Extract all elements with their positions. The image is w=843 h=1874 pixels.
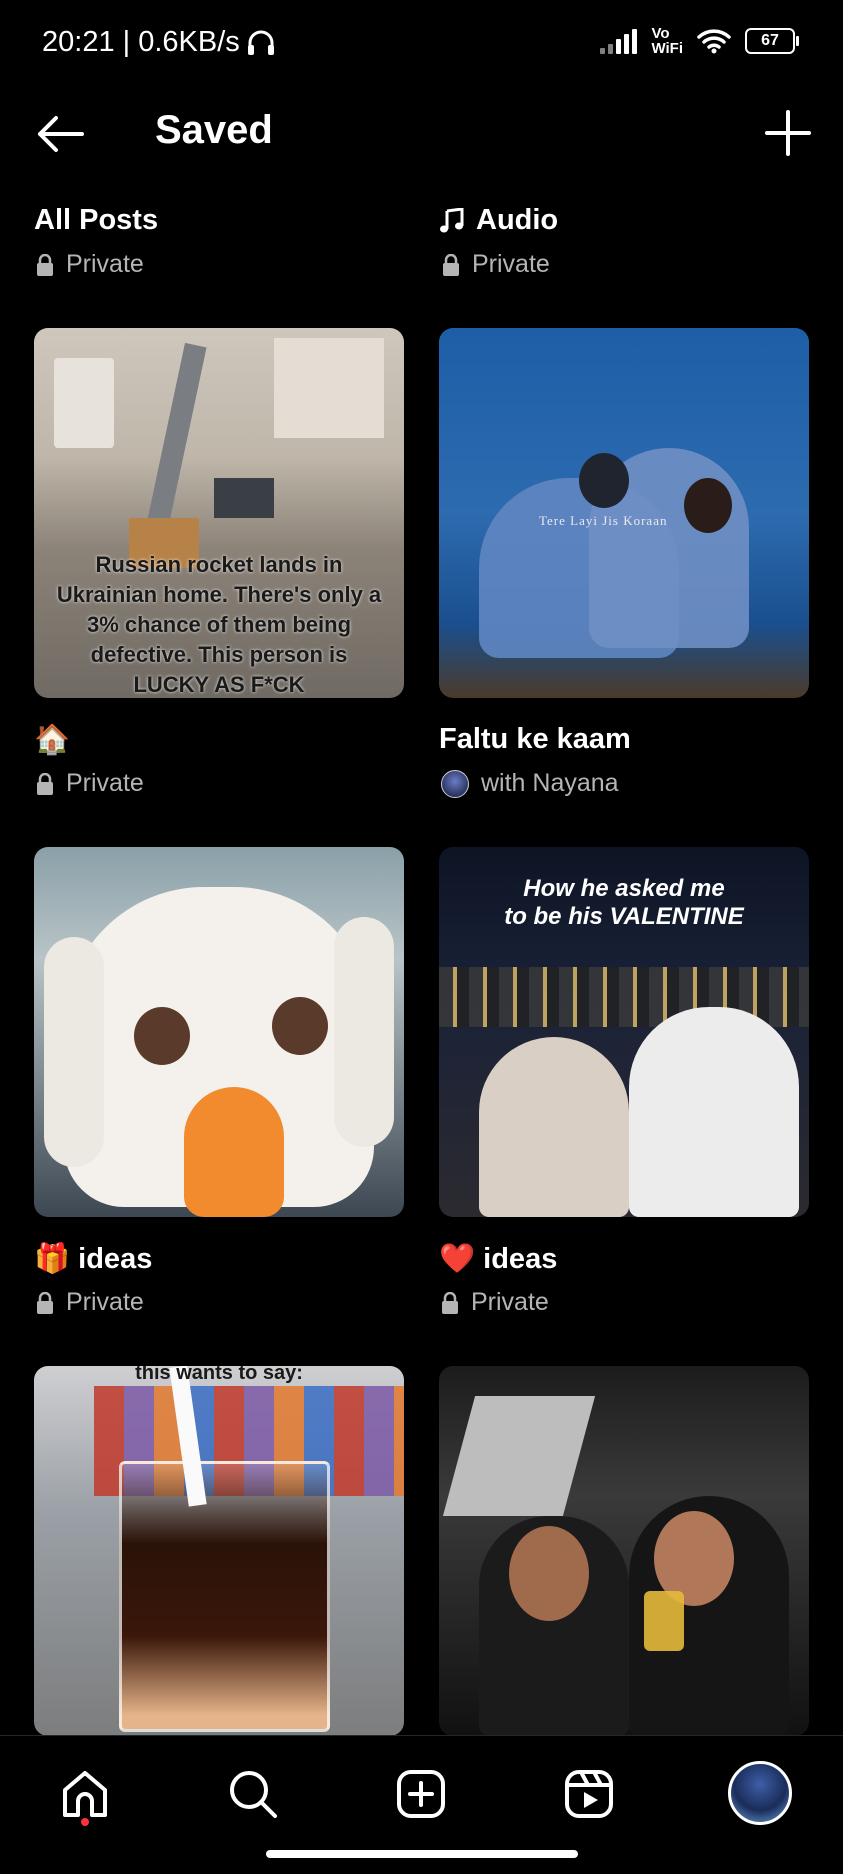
thumbnail-caption: Tere Layi Jis Koraan bbox=[539, 513, 668, 528]
home-indicator[interactable] bbox=[266, 1850, 578, 1858]
status-left: 20:21 | 0.6KB/s bbox=[42, 26, 276, 59]
music-note-icon bbox=[440, 207, 464, 232]
reels-icon bbox=[565, 1770, 613, 1818]
collection-thumbnail-faltu[interactable]: Tere Layi Jis Koraan bbox=[439, 328, 809, 698]
collection-title: 🏠 bbox=[34, 724, 71, 756]
collection-title: Audio bbox=[476, 204, 559, 236]
back-button[interactable] bbox=[34, 112, 86, 156]
nav-search[interactable] bbox=[223, 1764, 283, 1824]
headphones-icon bbox=[247, 30, 274, 55]
add-collection-button[interactable] bbox=[763, 108, 813, 158]
vowifi-bottom: WiFi bbox=[651, 40, 683, 57]
nav-home[interactable] bbox=[55, 1764, 115, 1824]
battery-icon: 67 bbox=[745, 28, 799, 54]
vowifi-top: Vo bbox=[651, 25, 670, 42]
lock-icon bbox=[37, 772, 53, 795]
page-title: Saved bbox=[155, 108, 273, 152]
wifi-icon bbox=[697, 29, 731, 54]
signal-icon bbox=[600, 28, 638, 54]
collection-all-posts[interactable]: All Posts bbox=[34, 204, 158, 237]
nav-create[interactable] bbox=[391, 1764, 451, 1824]
collection-faltu-ke-kaam[interactable]: Faltu ke kaam bbox=[439, 723, 631, 756]
privacy-label: Private bbox=[471, 1288, 549, 1316]
profile-avatar bbox=[728, 1761, 792, 1825]
collection-privacy: Private bbox=[36, 250, 144, 279]
collection-title: Faltu ke kaam bbox=[439, 723, 631, 755]
collection-privacy: Private bbox=[36, 769, 144, 798]
collaborator-label: with Nayana bbox=[481, 769, 619, 797]
collection-audio[interactable]: Audio bbox=[440, 204, 558, 237]
thumbnail-caption: this wants to say: bbox=[135, 1366, 303, 1384]
lock-icon bbox=[37, 253, 53, 276]
search-icon bbox=[230, 1771, 277, 1818]
collection-collaborator: with Nayana bbox=[441, 769, 619, 798]
home-icon bbox=[63, 1771, 107, 1817]
collection-title: All Posts bbox=[34, 204, 159, 236]
thumbnail-caption-line1: How he asked me bbox=[523, 875, 725, 902]
header: Saved bbox=[0, 90, 843, 180]
collection-heart-ideas[interactable]: ❤️ ideas bbox=[439, 1242, 557, 1276]
collection-thumbnail-gift-ideas[interactable] bbox=[34, 847, 404, 1217]
privacy-label: Private bbox=[66, 1288, 144, 1316]
collection-privacy: Private bbox=[36, 1288, 144, 1317]
privacy-label: Private bbox=[66, 769, 144, 797]
home-notification-dot bbox=[81, 1818, 89, 1826]
lock-icon bbox=[37, 1291, 53, 1314]
status-bar: 20:21 | 0.6KB/s Vo WiFi 67 bbox=[0, 0, 843, 90]
collection-home[interactable]: 🏠 bbox=[34, 723, 70, 757]
collection-thumbnail-home[interactable]: Russian rocket lands in Ukrainian home. … bbox=[34, 328, 404, 698]
collection-privacy: Private bbox=[441, 1288, 549, 1317]
back-arrow-icon bbox=[38, 116, 84, 152]
collection-thumbnail-coffee[interactable]: this wants to say: bbox=[34, 1366, 404, 1736]
collaborator-avatar bbox=[441, 769, 469, 798]
status-time-speed: 20:21 | 0.6KB/s bbox=[42, 26, 240, 58]
lock-icon bbox=[443, 253, 459, 276]
nav-profile[interactable] bbox=[727, 1760, 793, 1826]
privacy-label: Private bbox=[472, 250, 550, 278]
plus-icon bbox=[765, 110, 811, 156]
collection-title: ❤️ ideas bbox=[439, 1243, 558, 1275]
thumbnail-caption-line2: to be his VALENTINE bbox=[504, 903, 744, 930]
create-icon bbox=[397, 1770, 445, 1818]
collection-thumbnail-heart-ideas[interactable]: How he asked me to be his VALENTINE bbox=[439, 847, 809, 1217]
vowifi-indicator: Vo WiFi bbox=[651, 26, 683, 56]
collection-title: 🎁 ideas bbox=[34, 1243, 153, 1275]
privacy-label: Private bbox=[66, 250, 144, 278]
status-right: Vo WiFi 67 bbox=[600, 26, 799, 56]
collection-gift-ideas[interactable]: 🎁 ideas bbox=[34, 1242, 152, 1276]
collection-privacy: Private bbox=[442, 250, 550, 279]
lock-icon bbox=[442, 1291, 458, 1314]
battery-level: 67 bbox=[761, 32, 779, 49]
nav-reels[interactable] bbox=[559, 1764, 619, 1824]
collection-thumbnail-photo[interactable] bbox=[439, 1366, 809, 1736]
thumbnail-caption: Russian rocket lands in Ukrainian home. … bbox=[56, 552, 382, 697]
